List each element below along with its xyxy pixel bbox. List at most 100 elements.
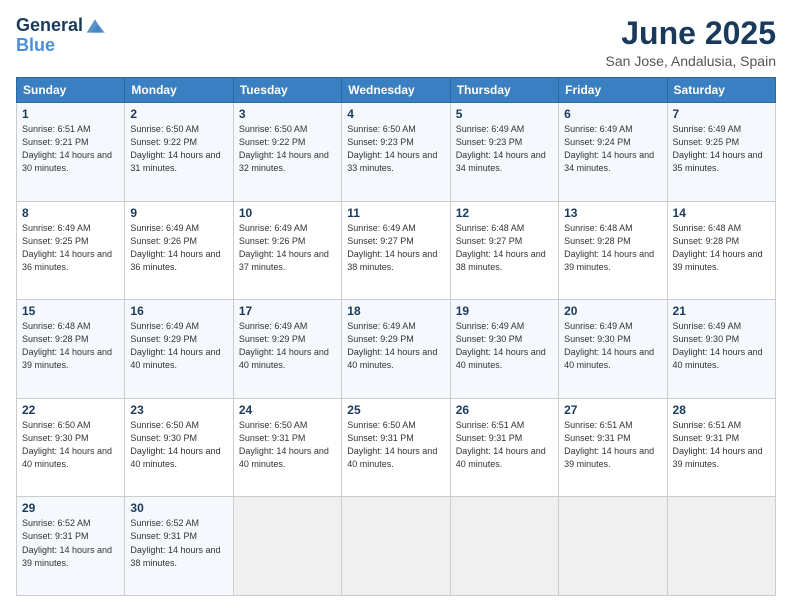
day-number: 12 bbox=[456, 206, 553, 220]
day-info: Sunrise: 6:50 AMSunset: 9:23 PMDaylight:… bbox=[347, 123, 444, 175]
calendar-cell: 17Sunrise: 6:49 AMSunset: 9:29 PMDayligh… bbox=[233, 300, 341, 399]
calendar-cell bbox=[450, 497, 558, 596]
day-number: 28 bbox=[673, 403, 770, 417]
day-info: Sunrise: 6:48 AMSunset: 9:28 PMDaylight:… bbox=[22, 320, 119, 372]
day-header-thursday: Thursday bbox=[450, 78, 558, 103]
day-number: 15 bbox=[22, 304, 119, 318]
day-info: Sunrise: 6:49 AMSunset: 9:27 PMDaylight:… bbox=[347, 222, 444, 274]
day-info: Sunrise: 6:51 AMSunset: 9:31 PMDaylight:… bbox=[673, 419, 770, 471]
calendar-cell: 26 Sunrise: 6:51 AMSunset: 9:31 PMDayligh… bbox=[450, 398, 558, 497]
calendar-cell: 19 Sunrise: 6:49 AMSunset: 9:30 PMDayligh… bbox=[450, 300, 558, 399]
day-number: 26 bbox=[456, 403, 553, 417]
day-info: Sunrise: 6:49 AMSunset: 9:25 PMDaylight:… bbox=[22, 222, 119, 274]
day-number: 3 bbox=[239, 107, 336, 121]
day-number: 14 bbox=[673, 206, 770, 220]
day-number: 25 bbox=[347, 403, 444, 417]
calendar-cell: 14 Sunrise: 6:48 AMSunset: 9:28 PMDayligh… bbox=[667, 201, 775, 300]
day-info: Sunrise: 6:52 AMSunset: 9:31 PMDaylight:… bbox=[130, 517, 227, 569]
day-info: Sunrise: 6:49 AMSunset: 9:29 PMDaylight:… bbox=[130, 320, 227, 372]
calendar-cell: 29 Sunrise: 6:52 AMSunset: 9:31 PMDayligh… bbox=[17, 497, 125, 596]
calendar-cell: 11Sunrise: 6:49 AMSunset: 9:27 PMDayligh… bbox=[342, 201, 450, 300]
calendar-cell: 12Sunrise: 6:48 AMSunset: 9:27 PMDayligh… bbox=[450, 201, 558, 300]
day-header-friday: Friday bbox=[559, 78, 667, 103]
day-info: Sunrise: 6:48 AMSunset: 9:28 PMDaylight:… bbox=[564, 222, 661, 274]
day-info: Sunrise: 6:49 AMSunset: 9:26 PMDaylight:… bbox=[130, 222, 227, 274]
day-info: Sunrise: 6:49 AMSunset: 9:24 PMDaylight:… bbox=[564, 123, 661, 175]
day-number: 30 bbox=[130, 501, 227, 515]
calendar-header-row: SundayMondayTuesdayWednesdayThursdayFrid… bbox=[17, 78, 776, 103]
calendar-week-row: 8Sunrise: 6:49 AMSunset: 9:25 PMDaylight… bbox=[17, 201, 776, 300]
logo-icon bbox=[85, 16, 105, 36]
day-info: Sunrise: 6:49 AMSunset: 9:26 PMDaylight:… bbox=[239, 222, 336, 274]
calendar-table: SundayMondayTuesdayWednesdayThursdayFrid… bbox=[16, 77, 776, 596]
day-info: Sunrise: 6:50 AMSunset: 9:30 PMDaylight:… bbox=[130, 419, 227, 471]
day-number: 18 bbox=[347, 304, 444, 318]
calendar-cell: 2Sunrise: 6:50 AMSunset: 9:22 PMDaylight… bbox=[125, 103, 233, 202]
day-number: 23 bbox=[130, 403, 227, 417]
calendar-cell: 20 Sunrise: 6:49 AMSunset: 9:30 PMDayligh… bbox=[559, 300, 667, 399]
day-number: 21 bbox=[673, 304, 770, 318]
calendar-cell: 23 Sunrise: 6:50 AMSunset: 9:30 PMDayligh… bbox=[125, 398, 233, 497]
day-number: 7 bbox=[673, 107, 770, 121]
day-header-saturday: Saturday bbox=[667, 78, 775, 103]
day-info: Sunrise: 6:49 AMSunset: 9:23 PMDaylight:… bbox=[456, 123, 553, 175]
day-number: 5 bbox=[456, 107, 553, 121]
calendar-cell: 25 Sunrise: 6:50 AMSunset: 9:31 PMDayligh… bbox=[342, 398, 450, 497]
day-number: 29 bbox=[22, 501, 119, 515]
day-info: Sunrise: 6:52 AMSunset: 9:31 PMDaylight:… bbox=[22, 517, 119, 569]
day-number: 16 bbox=[130, 304, 227, 318]
header: General Blue June 2025 San Jose, Andalus… bbox=[16, 16, 776, 69]
title-block: June 2025 San Jose, Andalusia, Spain bbox=[606, 16, 776, 69]
calendar-cell: 1Sunrise: 6:51 AMSunset: 9:21 PMDaylight… bbox=[17, 103, 125, 202]
day-info: Sunrise: 6:48 AMSunset: 9:28 PMDaylight:… bbox=[673, 222, 770, 274]
day-number: 9 bbox=[130, 206, 227, 220]
calendar-cell: 15 Sunrise: 6:48 AMSunset: 9:28 PMDayligh… bbox=[17, 300, 125, 399]
day-number: 24 bbox=[239, 403, 336, 417]
calendar-cell: 27Sunrise: 6:51 AMSunset: 9:31 PMDayligh… bbox=[559, 398, 667, 497]
calendar-cell bbox=[559, 497, 667, 596]
logo: General Blue bbox=[16, 16, 105, 56]
day-number: 19 bbox=[456, 304, 553, 318]
day-info: Sunrise: 6:49 AMSunset: 9:30 PMDaylight:… bbox=[456, 320, 553, 372]
calendar-page: General Blue June 2025 San Jose, Andalus… bbox=[0, 0, 792, 612]
calendar-cell: 18 Sunrise: 6:49 AMSunset: 9:29 PMDayligh… bbox=[342, 300, 450, 399]
logo-blue: Blue bbox=[16, 36, 105, 56]
calendar-cell: 30 Sunrise: 6:52 AMSunset: 9:31 PMDayligh… bbox=[125, 497, 233, 596]
calendar-cell: 8Sunrise: 6:49 AMSunset: 9:25 PMDaylight… bbox=[17, 201, 125, 300]
calendar-week-row: 15 Sunrise: 6:48 AMSunset: 9:28 PMDayligh… bbox=[17, 300, 776, 399]
calendar-cell: 5 Sunrise: 6:49 AMSunset: 9:23 PMDaylight… bbox=[450, 103, 558, 202]
day-header-wednesday: Wednesday bbox=[342, 78, 450, 103]
day-info: Sunrise: 6:49 AMSunset: 9:30 PMDaylight:… bbox=[564, 320, 661, 372]
day-info: Sunrise: 6:50 AMSunset: 9:22 PMDaylight:… bbox=[239, 123, 336, 175]
day-info: Sunrise: 6:50 AMSunset: 9:31 PMDaylight:… bbox=[347, 419, 444, 471]
day-info: Sunrise: 6:49 AMSunset: 9:30 PMDaylight:… bbox=[673, 320, 770, 372]
day-number: 6 bbox=[564, 107, 661, 121]
day-info: Sunrise: 6:51 AMSunset: 9:31 PMDaylight:… bbox=[456, 419, 553, 471]
day-info: Sunrise: 6:51 AMSunset: 9:31 PMDaylight:… bbox=[564, 419, 661, 471]
day-info: Sunrise: 6:49 AMSunset: 9:29 PMDaylight:… bbox=[347, 320, 444, 372]
month-title: June 2025 bbox=[606, 16, 776, 51]
calendar-cell: 16 Sunrise: 6:49 AMSunset: 9:29 PMDayligh… bbox=[125, 300, 233, 399]
calendar-cell: 6 Sunrise: 6:49 AMSunset: 9:24 PMDaylight… bbox=[559, 103, 667, 202]
calendar-week-row: 1Sunrise: 6:51 AMSunset: 9:21 PMDaylight… bbox=[17, 103, 776, 202]
calendar-cell: 22 Sunrise: 6:50 AMSunset: 9:30 PMDayligh… bbox=[17, 398, 125, 497]
calendar-cell: 3 Sunrise: 6:50 AMSunset: 9:22 PMDaylight… bbox=[233, 103, 341, 202]
day-header-tuesday: Tuesday bbox=[233, 78, 341, 103]
calendar-week-row: 29 Sunrise: 6:52 AMSunset: 9:31 PMDayligh… bbox=[17, 497, 776, 596]
day-number: 22 bbox=[22, 403, 119, 417]
day-number: 20 bbox=[564, 304, 661, 318]
day-info: Sunrise: 6:50 AMSunset: 9:31 PMDaylight:… bbox=[239, 419, 336, 471]
calendar-cell bbox=[233, 497, 341, 596]
day-number: 10 bbox=[239, 206, 336, 220]
day-header-monday: Monday bbox=[125, 78, 233, 103]
day-info: Sunrise: 6:50 AMSunset: 9:30 PMDaylight:… bbox=[22, 419, 119, 471]
calendar-cell: 24 Sunrise: 6:50 AMSunset: 9:31 PMDayligh… bbox=[233, 398, 341, 497]
day-header-sunday: Sunday bbox=[17, 78, 125, 103]
day-number: 2 bbox=[130, 107, 227, 121]
day-number: 4 bbox=[347, 107, 444, 121]
calendar-cell bbox=[667, 497, 775, 596]
calendar-cell: 7Sunrise: 6:49 AMSunset: 9:25 PMDaylight… bbox=[667, 103, 775, 202]
day-number: 13 bbox=[564, 206, 661, 220]
calendar-cell: 9 Sunrise: 6:49 AMSunset: 9:26 PMDaylight… bbox=[125, 201, 233, 300]
calendar-cell: 13 Sunrise: 6:48 AMSunset: 9:28 PMDayligh… bbox=[559, 201, 667, 300]
